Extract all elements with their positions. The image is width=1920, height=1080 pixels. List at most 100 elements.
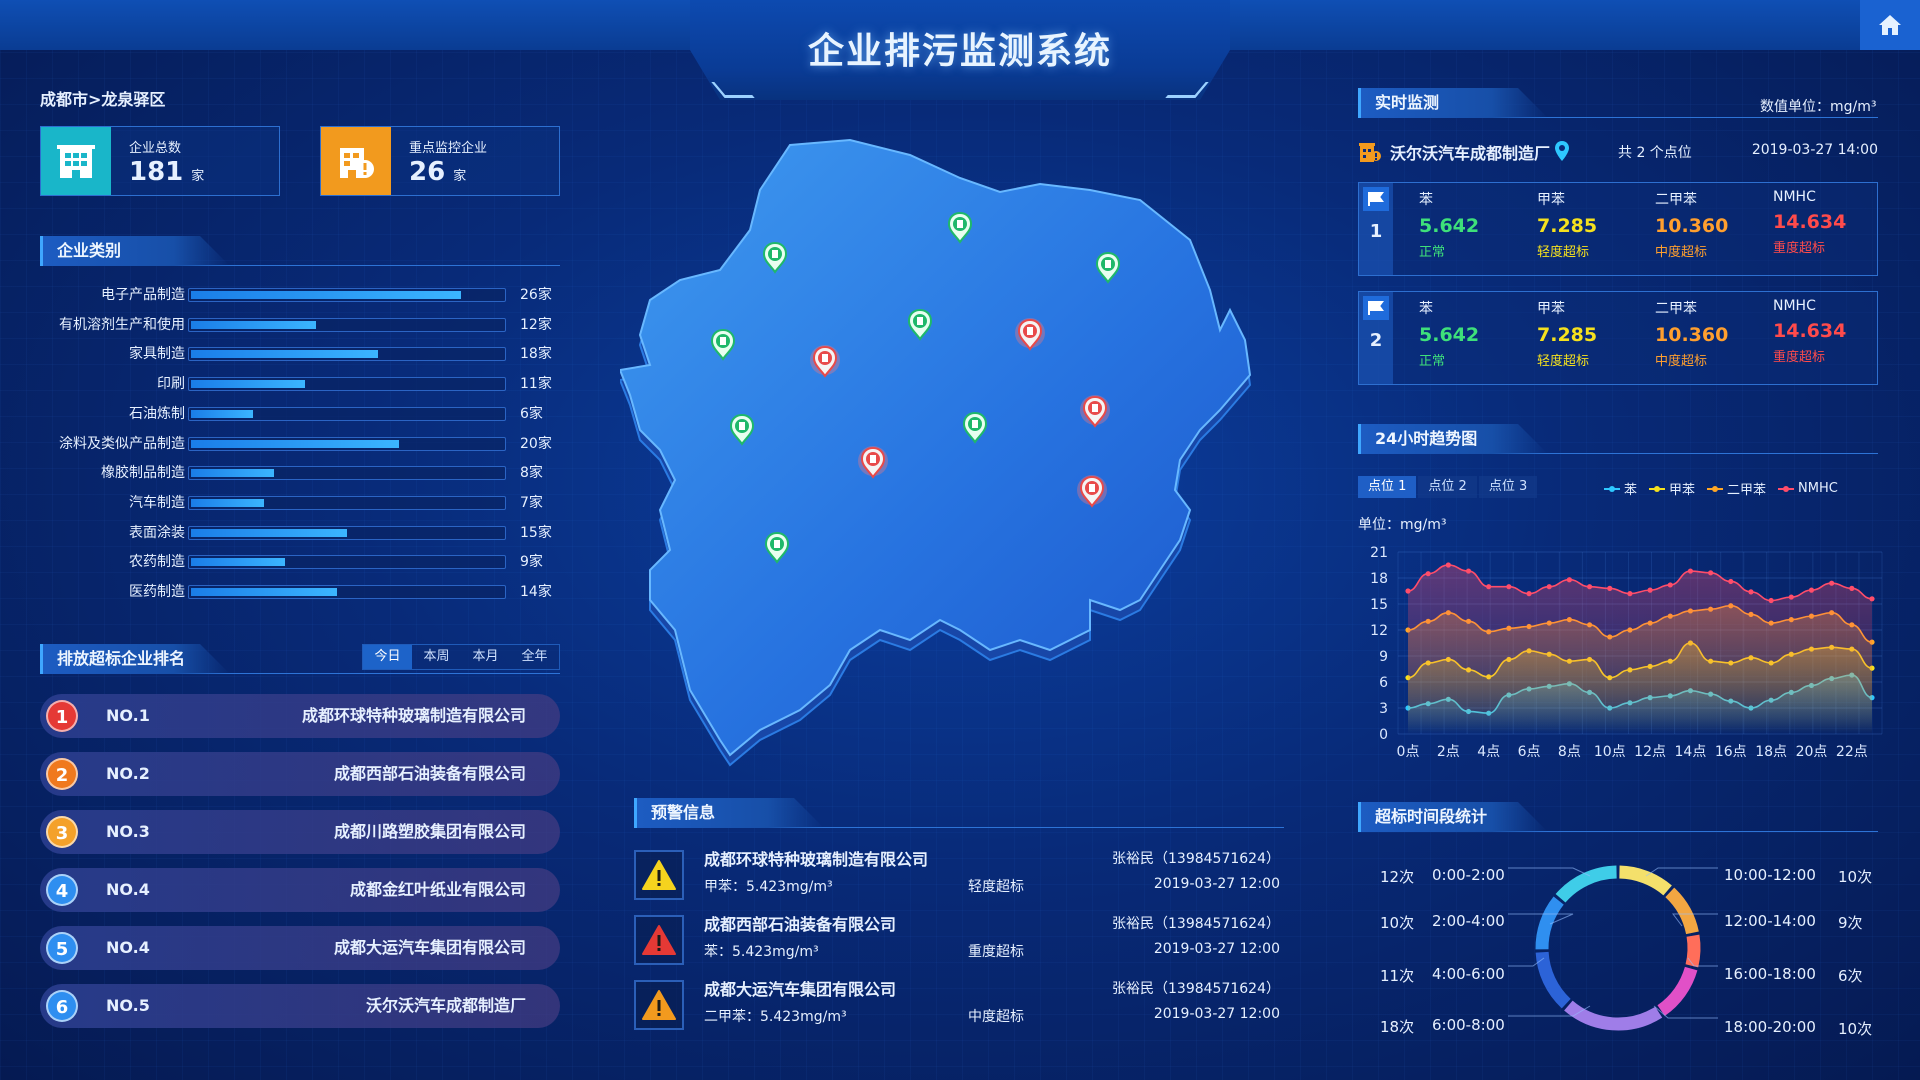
donut-slice[interactable] xyxy=(1555,865,1617,903)
rank-badge: 3 xyxy=(46,816,78,848)
data-point[interactable] xyxy=(1748,589,1754,595)
y-tick-label: 9 xyxy=(1379,649,1388,665)
data-point[interactable] xyxy=(1708,570,1714,576)
tab-month[interactable]: 本月 xyxy=(461,645,510,669)
stat-card-key: 重点监控企业 26 家 xyxy=(320,126,560,196)
data-point[interactable] xyxy=(1869,596,1875,602)
y-tick-label: 12 xyxy=(1370,623,1388,639)
data-point[interactable] xyxy=(1627,591,1633,597)
legend-item[interactable]: 二甲苯 xyxy=(1707,479,1766,498)
donut-slice[interactable] xyxy=(1535,896,1564,950)
rank-label: NO.4 xyxy=(106,938,150,957)
x-tick-label: 2点 xyxy=(1437,744,1460,760)
data-point[interactable] xyxy=(1526,591,1532,597)
tab-year[interactable]: 全年 xyxy=(510,645,559,669)
monitor-time: 2019-03-27 14:00 xyxy=(1751,142,1878,158)
data-point[interactable] xyxy=(1405,588,1411,594)
x-tick-label: 18点 xyxy=(1755,744,1787,760)
warning-detail: 二甲苯：5.423mg/m³ xyxy=(704,1009,847,1025)
data-point[interactable] xyxy=(1486,584,1492,590)
legend-item[interactable]: 甲苯 xyxy=(1649,479,1695,498)
data-point[interactable] xyxy=(1728,578,1734,585)
data-point[interactable] xyxy=(1506,584,1512,590)
donut-slice[interactable] xyxy=(1564,1000,1663,1031)
category-row: 涂料及类似产品制造 20家 xyxy=(38,433,558,455)
data-point[interactable] xyxy=(1566,577,1572,583)
x-tick-label: 4点 xyxy=(1477,744,1500,760)
category-value: 14家 xyxy=(520,584,552,600)
warning-item[interactable]: 成都大运汽车集团有限公司 二甲苯：5.423mg/m³ 中度超标 张裕民（139845… xyxy=(634,976,1280,1032)
location-pin-icon[interactable] xyxy=(1554,140,1570,162)
ranking-row[interactable]: 3 NO.3 成都川路塑胶集团有限公司 xyxy=(40,810,560,854)
slice-count: 11次 xyxy=(1380,967,1415,985)
data-point[interactable] xyxy=(1445,562,1451,568)
legend-item[interactable]: 苯 xyxy=(1604,479,1637,498)
data-point[interactable] xyxy=(1687,568,1694,574)
metric-status: 轻度超标 xyxy=(1537,354,1590,369)
data-point[interactable] xyxy=(1667,582,1673,588)
slice-range: 4:00-6:00 xyxy=(1432,965,1505,983)
warning-icon xyxy=(634,850,684,900)
legend-swatch xyxy=(1778,485,1795,492)
section-title: 实时监测 xyxy=(1358,88,1548,118)
legend-swatch xyxy=(1707,485,1724,492)
metric-status: 正常 xyxy=(1419,245,1446,260)
home-button[interactable] xyxy=(1860,0,1920,50)
rank-label: NO.4 xyxy=(106,880,150,899)
donut-slice[interactable] xyxy=(1619,865,1672,896)
category-label: 医药制造 xyxy=(129,584,185,600)
data-point[interactable] xyxy=(1647,587,1653,593)
data-point[interactable] xyxy=(1768,597,1774,604)
metric-status: 正常 xyxy=(1419,354,1446,369)
ranking-row[interactable]: 1 NO.1 成都环球特种玻璃制造有限公司 xyxy=(40,694,560,738)
donut-slice[interactable] xyxy=(1657,966,1698,1016)
warning-level: 重度超标 xyxy=(968,944,1024,960)
data-point[interactable] xyxy=(1465,568,1472,574)
data-point[interactable] xyxy=(1829,580,1835,586)
category-value: 18家 xyxy=(520,346,552,363)
point-id: 2 xyxy=(1369,330,1383,351)
data-point[interactable] xyxy=(1425,571,1431,577)
tab-week[interactable]: 本周 xyxy=(412,645,461,669)
slice-count: 10次 xyxy=(1380,914,1415,932)
category-label: 涂料及类似产品制造 xyxy=(59,435,185,452)
tab-today[interactable]: 今日 xyxy=(363,645,412,669)
ranking-row[interactable]: 6 NO.5 沃尔沃汽车成都制造厂 xyxy=(40,984,560,1028)
category-bar xyxy=(191,498,264,507)
category-bar xyxy=(191,528,347,537)
data-point[interactable] xyxy=(1808,587,1815,593)
ranking-row[interactable]: 4 NO.4 成都金红叶纸业有限公司 xyxy=(40,868,560,912)
category-bar xyxy=(191,469,275,478)
plant-name[interactable]: 沃尔沃汽车成都制造厂 xyxy=(1390,140,1550,164)
breadcrumb[interactable]: 成都市>龙泉驿区 xyxy=(40,86,165,110)
warning-item[interactable]: 成都西部石油装备有限公司 苯：5.423mg/m³ 重度超标 张裕民（13984571… xyxy=(634,911,1280,967)
company-name: 成都金红叶纸业有限公司 xyxy=(349,880,526,899)
warning-item[interactable]: 成都环球特种玻璃制造有限公司 甲苯：5.423mg/m³ 轻度超标 张裕民（13984… xyxy=(634,846,1280,902)
rank-badge: 4 xyxy=(46,874,78,906)
legend-item[interactable]: NMHC xyxy=(1778,479,1838,498)
metric: 甲苯 7.285 轻度超标 xyxy=(1537,189,1655,260)
metric-status: 轻度超标 xyxy=(1537,245,1590,260)
company-name: 沃尔沃汽车成都制造厂 xyxy=(365,996,526,1015)
warning-contact: 张裕民（13984571624） xyxy=(1112,981,1280,997)
tab-point-1[interactable]: 点位 1 xyxy=(1358,476,1417,498)
data-point[interactable] xyxy=(1546,584,1552,590)
ranking-row[interactable]: 2 NO.2 成都西部石油装备有限公司 xyxy=(40,752,560,796)
warning-detail: 苯：5.423mg/m³ xyxy=(704,944,819,960)
ranking-row[interactable]: 5 NO.4 成都大运汽车集团有限公司 xyxy=(40,926,560,970)
x-tick-label: 0点 xyxy=(1397,744,1420,760)
tab-point-3[interactable]: 点位 3 xyxy=(1478,476,1538,498)
metric-value: 7.285 xyxy=(1537,215,1598,237)
data-point[interactable] xyxy=(1586,584,1593,590)
data-point[interactable] xyxy=(1849,585,1855,591)
donut-slice[interactable] xyxy=(1685,934,1701,968)
donut-slice[interactable] xyxy=(1535,951,1571,1009)
donut-slice[interactable] xyxy=(1665,887,1699,935)
tab-point-2[interactable]: 点位 2 xyxy=(1418,476,1477,498)
y-tick-label: 15 xyxy=(1370,597,1388,613)
data-point[interactable] xyxy=(1607,585,1613,591)
factory-icon xyxy=(1359,143,1381,162)
warning-time: 2019-03-27 12:00 xyxy=(1153,941,1280,957)
y-tick-label: 3 xyxy=(1379,701,1388,717)
data-point[interactable] xyxy=(1788,594,1794,600)
